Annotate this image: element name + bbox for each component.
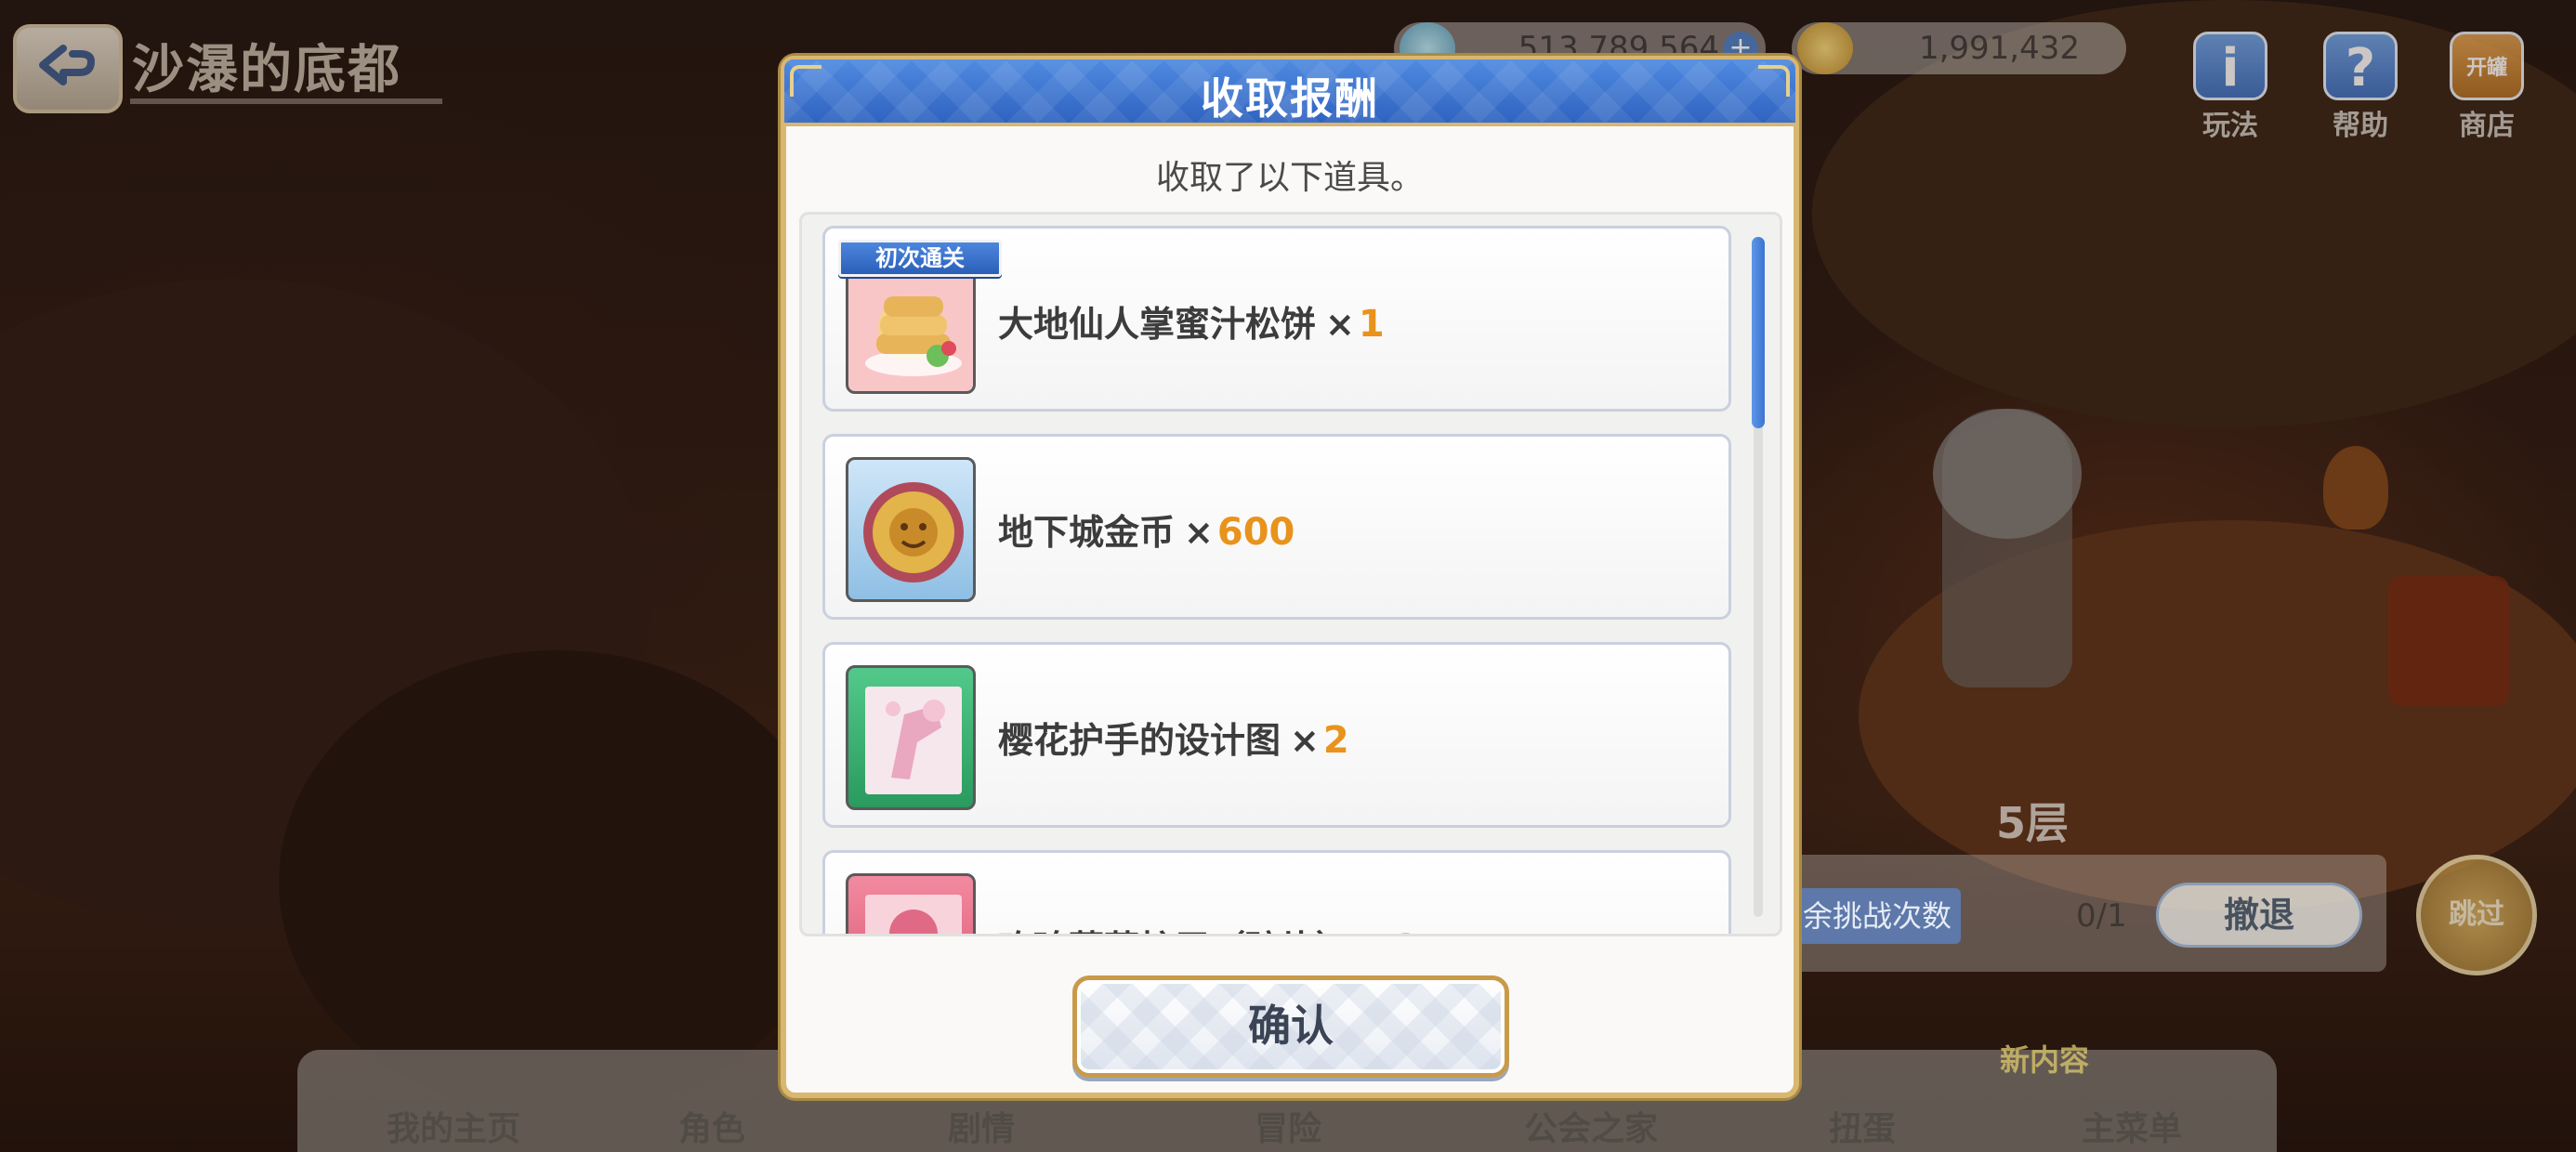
coin-icon: [1797, 22, 1853, 74]
reward-item-quantity: 2: [1322, 719, 1349, 762]
reward-item: 玫瑰蔷薇护甲（碎片） × 2: [822, 850, 1731, 934]
reward-dialog: 收取报酬 收取了以下道具。 初次通关 大地仙人掌蜜汁松饼 × 1 地下城金币 ×…: [781, 56, 1799, 1098]
shop-icon: 开罐: [2450, 32, 2524, 100]
coin-amount: 1,991,432: [1918, 30, 2080, 67]
times-sign: ×: [1184, 512, 1214, 553]
nav-gacha[interactable]: 扭蛋: [1829, 1102, 1896, 1150]
back-arrow-icon: [39, 45, 95, 85]
confirm-button[interactable]: 确认: [1072, 975, 1509, 1078]
times-sign: ×: [1325, 304, 1355, 345]
reward-list[interactable]: 初次通关 大地仙人掌蜜汁松饼 × 1 地下城金币 × 600 樱花护手的设计图 …: [799, 212, 1782, 936]
help-label: 帮助: [2333, 110, 2388, 142]
reward-item-text: 地下城金币 × 600: [998, 504, 1295, 555]
nav-story[interactable]: 剧情: [948, 1102, 1015, 1150]
coin-counter: 1,991,432: [1792, 22, 2126, 74]
reward-item: 樱花护手的设计图 × 2: [822, 642, 1731, 828]
reward-item-text: 樱花护手的设计图 × 2: [998, 712, 1349, 763]
reward-item-text: 大地仙人掌蜜汁松饼 × 1: [998, 295, 1385, 347]
remaining-attempts-label: 余挑战次数: [1794, 888, 1961, 944]
dialog-header: 收取报酬: [781, 56, 1799, 126]
reward-item-quantity: 1: [1358, 303, 1385, 346]
reward-item-name: 玫瑰蔷薇护甲（碎片）: [998, 928, 1351, 934]
help-button[interactable]: ? 帮助: [2314, 32, 2407, 142]
retreat-button[interactable]: 撤退: [2156, 883, 2362, 948]
dialog-title: 收取报酬: [1201, 73, 1379, 124]
reward-item-name: 地下城金币: [998, 512, 1176, 553]
guide-label: 玩法: [2202, 110, 2258, 142]
shop-button[interactable]: 开罐 商店: [2440, 32, 2533, 142]
reward-item-quantity: 2: [1394, 927, 1420, 934]
rose-armor-fragment-icon: [846, 873, 976, 934]
first-clear-badge: 初次通关: [838, 240, 1002, 277]
reward-item-name: 樱花护手的设计图: [998, 720, 1281, 761]
question-icon: ?: [2323, 32, 2398, 100]
remaining-attempts-count: 0/1: [2076, 897, 2127, 935]
nav-main-menu[interactable]: 主菜单: [2082, 1102, 2182, 1150]
guide-button[interactable]: i 玩法: [2184, 32, 2277, 142]
dungeon-coin-icon: [846, 457, 976, 602]
times-sign: ×: [1290, 720, 1320, 761]
nav-home[interactable]: 我的主页: [387, 1102, 520, 1150]
shop-label: 商店: [2459, 110, 2515, 142]
back-button[interactable]: [13, 24, 123, 113]
reward-item-text: 玫瑰蔷薇护甲（碎片） × 2: [998, 920, 1420, 934]
dialog-subtitle: 收取了以下道具。: [1155, 159, 1424, 197]
new-content-badge: 新内容: [2000, 1042, 2090, 1078]
nav-characters[interactable]: 角色: [678, 1102, 745, 1150]
area-title: 沙瀑的底都: [132, 40, 401, 100]
nav-adventure[interactable]: 冒险: [1255, 1102, 1321, 1150]
info-icon: i: [2193, 32, 2267, 100]
skip-button[interactable]: 跳过: [2416, 855, 2537, 975]
reward-item-name: 大地仙人掌蜜汁松饼: [998, 304, 1317, 345]
reward-item-quantity: 600: [1216, 511, 1295, 554]
nav-guild-house[interactable]: 公会之家: [1524, 1102, 1658, 1150]
title-underline: [130, 98, 442, 104]
floor-label: 5层: [1996, 798, 2070, 848]
sakura-gauntlet-icon: [865, 687, 962, 794]
reward-item: 初次通关 大地仙人掌蜜汁松饼 × 1: [822, 226, 1731, 412]
reward-item: 地下城金币 × 600: [822, 434, 1731, 620]
times-sign: ×: [1360, 928, 1390, 934]
scrollbar-thumb[interactable]: [1752, 237, 1765, 428]
rose-fragment-icon: [865, 895, 962, 934]
blueprint-icon: [846, 665, 976, 810]
lion-coin-icon: [863, 482, 964, 583]
